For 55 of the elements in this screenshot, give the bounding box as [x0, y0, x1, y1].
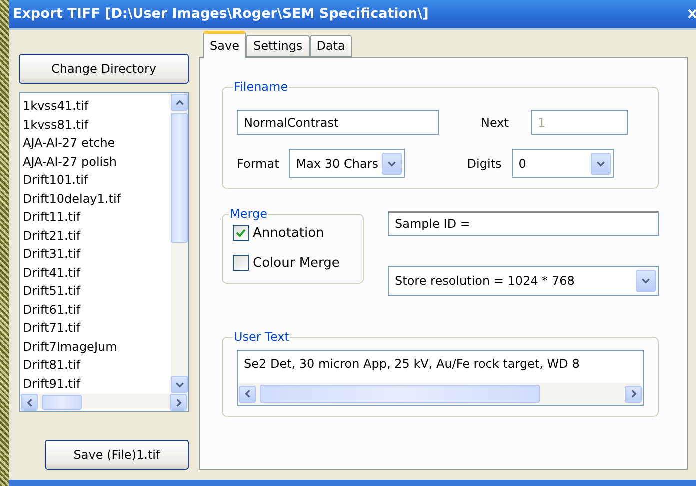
dropdown-arrow-button[interactable]: [636, 270, 656, 292]
horizontal-scrollbar[interactable]: [238, 383, 643, 405]
next-label: Next: [481, 116, 509, 130]
chevron-up-icon: [174, 98, 184, 108]
checkbox-label: Annotation: [253, 226, 324, 240]
chevron-left-icon: [242, 389, 252, 399]
file-list-item[interactable]: Drift81.tif: [23, 356, 171, 374]
file-list-item[interactable]: Drift7ImageJum: [23, 338, 171, 356]
file-list-item[interactable]: Drift21.tif: [23, 226, 171, 245]
dropdown-arrow-button[interactable]: [382, 152, 402, 174]
group-title: Merge: [229, 207, 268, 221]
close-icon[interactable]: [688, 8, 696, 20]
save-button[interactable]: Save (File)1.tif: [45, 440, 189, 470]
chevron-down-icon: [387, 158, 398, 168]
checkbox-label: Colour Merge: [253, 256, 340, 270]
chevron-right-icon: [174, 398, 184, 408]
group-title: Filename: [233, 80, 290, 94]
file-list-item[interactable]: AJA-Al-27 etche: [23, 134, 171, 152]
tab[interactable]: Settings: [246, 35, 310, 57]
file-list-item[interactable]: AJA-Al-27 polish: [23, 152, 171, 171]
resolution-dropdown[interactable]: Store resolution = 1024 * 768: [388, 266, 659, 296]
format-dropdown[interactable]: Max 30 Chars: [289, 149, 406, 178]
chevron-down-icon: [596, 158, 606, 168]
file-list-item[interactable]: 1kvss41.tif: [23, 97, 171, 116]
digits-dropdown[interactable]: 0: [512, 149, 614, 178]
file-list-item[interactable]: 1kvss81.tif: [23, 116, 171, 134]
digits-label: Digits: [467, 156, 502, 170]
dropdown-arrow-button[interactable]: [590, 152, 611, 174]
chevron-right-icon: [628, 389, 638, 399]
user-text-area[interactable]: Se2 Det, 30 micron App, 25 kV, Au/Fe rock target, WD 8: [237, 350, 644, 406]
vertical-scrollbar[interactable]: [171, 93, 188, 394]
chevron-down-icon: [174, 380, 184, 390]
checkbox[interactable]: [233, 225, 249, 241]
group-title: User Text: [233, 330, 290, 344]
chevron-left-icon: [24, 398, 34, 408]
change-directory-button[interactable]: Change Directory: [19, 54, 189, 84]
file-list-item[interactable]: Drift91.tif: [23, 374, 171, 393]
window-title: Export TIFF [D:\User Images\Roger\SEM Specification\]: [13, 6, 429, 22]
filename-field[interactable]: NormalContrast: [237, 110, 439, 135]
file-list-item[interactable]: Drift101.tif: [23, 171, 171, 190]
format-label: Format: [237, 156, 280, 170]
horizontal-scrollbar[interactable]: [20, 394, 188, 411]
check-mark-icon: [235, 227, 247, 239]
sample-id-field[interactable]: Sample ID =: [388, 211, 659, 236]
tab[interactable]: Data: [310, 35, 352, 57]
file-list-item[interactable]: Drift61.tif: [23, 300, 171, 319]
file-list-item[interactable]: Drift71.tif: [23, 319, 171, 338]
file-list-item[interactable]: Drift11.tif: [23, 208, 171, 226]
file-list-item[interactable]: Drift41.tif: [23, 264, 171, 282]
chevron-down-icon: [641, 276, 651, 286]
file-list-item[interactable]: Drift10delay1.tif: [23, 190, 171, 208]
file-list-item[interactable]: Drift31.tif: [23, 245, 171, 264]
file-list-item[interactable]: Drift51.tif: [23, 282, 171, 300]
tab[interactable]: Save: [203, 31, 246, 58]
checkbox[interactable]: [233, 255, 249, 271]
